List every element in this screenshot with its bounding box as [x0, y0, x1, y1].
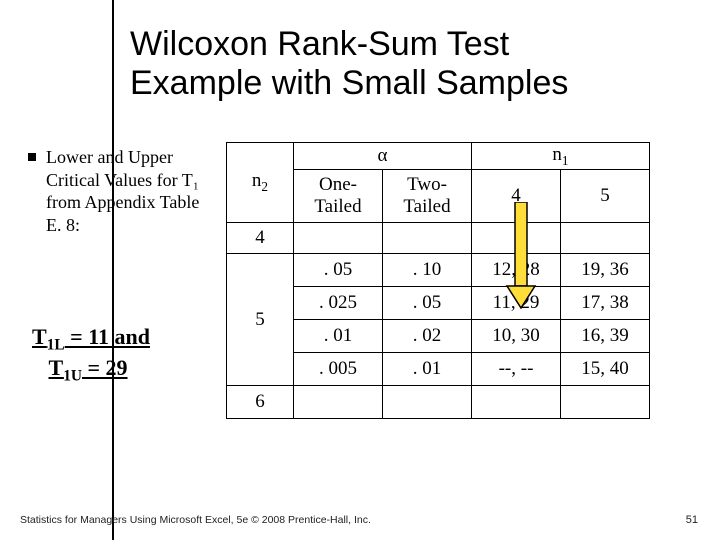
- empty-cell: [383, 223, 472, 254]
- cell-r2c1: . 025: [294, 287, 383, 320]
- header-n2: n2: [227, 143, 294, 223]
- header-col-4: 4: [472, 170, 561, 223]
- cell-r3c4: 16, 39: [561, 320, 650, 353]
- empty-cell: [294, 386, 383, 419]
- cell-r3c2: . 02: [383, 320, 472, 353]
- cell-r4c4: 15, 40: [561, 353, 650, 386]
- cell-r4c3: --, --: [472, 353, 561, 386]
- footer-text: Statistics for Managers Using Microsoft …: [20, 514, 371, 526]
- critical-values-table: n2 α n1 One- Tailed Two- Tailed 4 5 4 5 …: [226, 142, 650, 419]
- cell-r2c3: 11, 29: [472, 287, 561, 320]
- slide-title: Wilcoxon Rank-Sum Test Example with Smal…: [130, 25, 690, 103]
- cell-r4c1: . 005: [294, 353, 383, 386]
- bullet-block: Lower and Upper Critical Values for T₁ f…: [28, 146, 228, 236]
- page-number: 51: [686, 514, 698, 526]
- t1l-label: T1L = 11 and: [32, 324, 150, 349]
- bullet-square-icon: [28, 153, 36, 161]
- cell-r3c3: 10, 30: [472, 320, 561, 353]
- cell-r2c2: . 05: [383, 287, 472, 320]
- title-line-2: Example with Small Samples: [130, 64, 568, 102]
- n2-4-cell: 4: [227, 223, 294, 254]
- cell-r4c2: . 01: [383, 353, 472, 386]
- header-n1: n1: [472, 143, 650, 170]
- header-col-5: 5: [561, 170, 650, 223]
- critical-values-text: T1L = 11 and T1U = 29: [32, 324, 150, 386]
- empty-cell: [561, 223, 650, 254]
- empty-cell: [472, 223, 561, 254]
- empty-cell: [561, 386, 650, 419]
- cell-r1c3: 12, 28: [472, 254, 561, 287]
- cell-r1c4: 19, 36: [561, 254, 650, 287]
- cell-r3c1: . 01: [294, 320, 383, 353]
- empty-cell: [472, 386, 561, 419]
- title-line-1: Wilcoxon Rank-Sum Test: [130, 25, 509, 63]
- cell-r1c2: . 10: [383, 254, 472, 287]
- vertical-rule: [112, 0, 114, 540]
- n2-6-cell: 6: [227, 386, 294, 419]
- header-alpha: α: [294, 143, 472, 170]
- empty-cell: [383, 386, 472, 419]
- empty-cell: [294, 223, 383, 254]
- cell-r1c1: . 05: [294, 254, 383, 287]
- n2-5-cell: 5: [227, 254, 294, 386]
- header-one-tailed: One- Tailed: [294, 170, 383, 223]
- header-two-tailed: Two- Tailed: [383, 170, 472, 223]
- cell-r2c4: 17, 38: [561, 287, 650, 320]
- bullet-text: Lower and Upper Critical Values for T₁ f…: [46, 146, 206, 236]
- t1u-label: T1U = 29: [49, 355, 128, 380]
